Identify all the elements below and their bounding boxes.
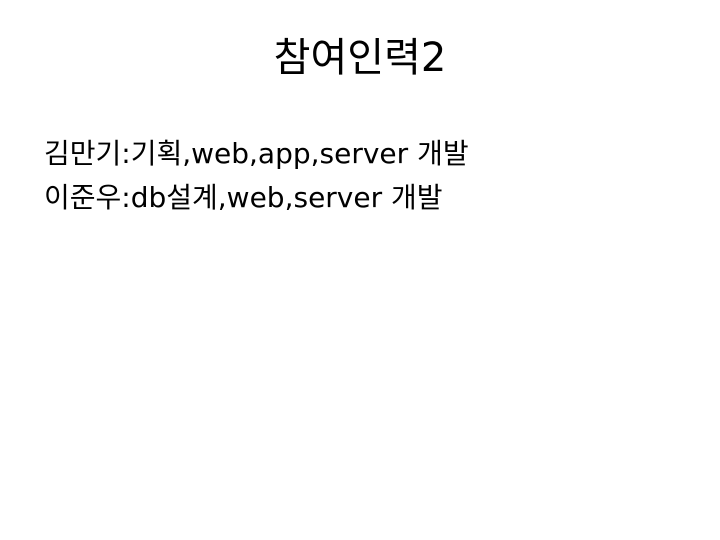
body-line-lee: 이준우:db설계,web,server 개발 <box>44 181 443 214</box>
body-line-kim: 김만기:기획,web,app,server 개발 <box>44 137 469 170</box>
slide-title: 참여인력2 <box>273 35 447 81</box>
slide-body: 김만기:기획,web,app,server 개발 이준우:db설계,web,se… <box>44 132 684 220</box>
slide: 참여인력2 김만기:기획,web,app,server 개발 이준우:db설계,… <box>0 0 720 540</box>
